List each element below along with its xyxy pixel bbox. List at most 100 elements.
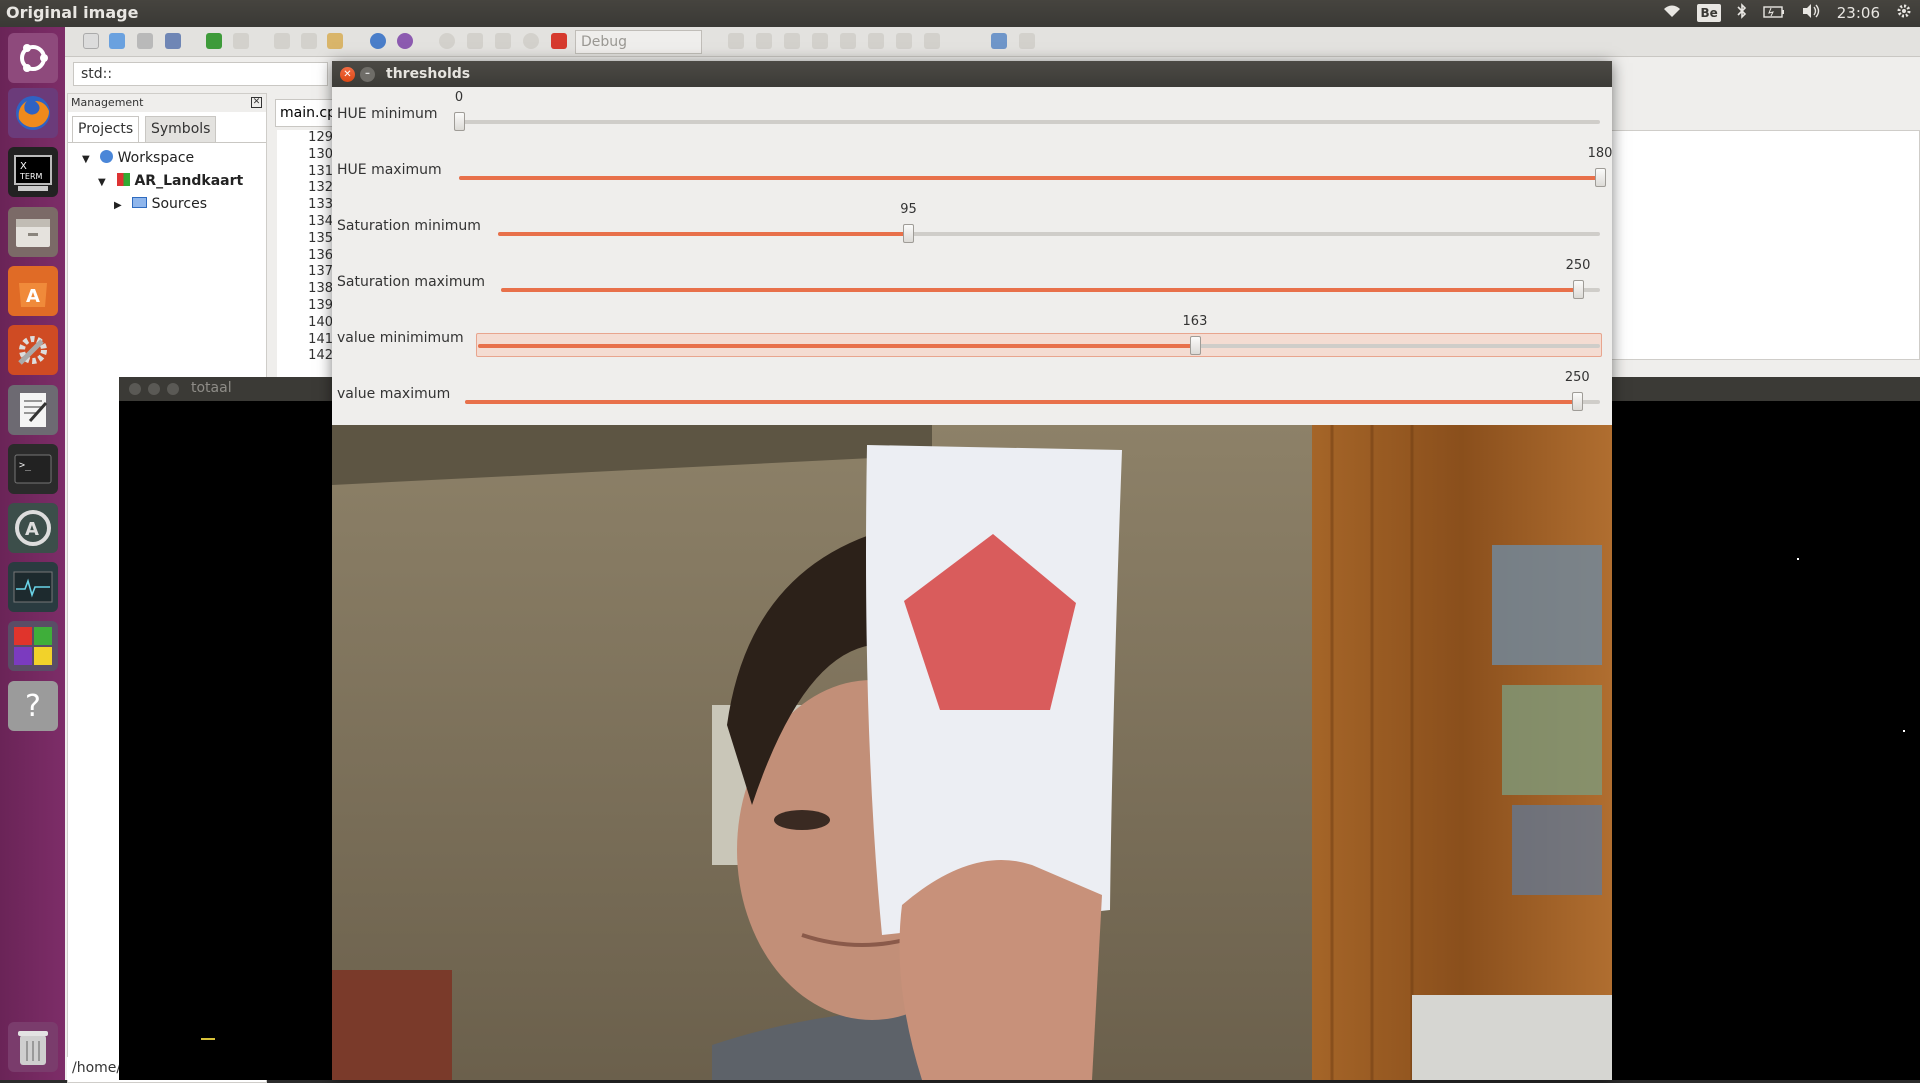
line-number-gutter: 129 130 131 132 133 134 135 136 137 138 … [277, 130, 337, 400]
debug-windows-icon[interactable] [991, 33, 1007, 49]
folder-icon [132, 197, 148, 208]
management-header: Management ✕ [68, 94, 266, 112]
build-icon[interactable] [439, 33, 455, 49]
settings-tools-icon[interactable] [8, 325, 58, 375]
help-icon[interactable]: ? [8, 681, 58, 731]
software-updater-icon[interactable]: A [8, 503, 58, 553]
abort-icon[interactable] [551, 33, 567, 49]
step-out-icon[interactable] [840, 33, 856, 49]
undo-icon[interactable] [206, 33, 222, 49]
bluetooth-icon[interactable] [1737, 3, 1747, 23]
minimize-icon[interactable] [148, 383, 160, 395]
next-instruction-icon[interactable] [868, 33, 884, 49]
tab-projects[interactable]: Projects [72, 116, 140, 142]
tree-label: AR_Landkaart [134, 173, 244, 189]
slider-track[interactable]: 250 [465, 370, 1600, 411]
slider-hue-max: HUE maximum 180 [332, 143, 1612, 199]
slider-fill [465, 400, 1578, 404]
tree-item-sources[interactable]: ▶ Sources [114, 196, 207, 212]
build-target-select[interactable]: Debug [575, 30, 702, 54]
gear-icon[interactable] [1896, 3, 1912, 23]
run-to-cursor-icon[interactable] [756, 33, 772, 49]
save-all-icon[interactable] [165, 33, 181, 49]
debug-start-icon[interactable] [728, 33, 744, 49]
keyboard-layout-indicator[interactable]: Be [1697, 4, 1721, 22]
stop-debugger-icon[interactable] [924, 33, 940, 49]
slider-handle[interactable] [1573, 280, 1585, 299]
battery-icon[interactable] [1763, 4, 1785, 22]
thresholds-titlebar[interactable]: ✕ – thresholds [332, 61, 1612, 87]
next-line-icon[interactable] [784, 33, 800, 49]
editor-tab[interactable]: main.cpp [275, 99, 335, 127]
slider-track[interactable]: 250 [501, 258, 1600, 299]
chevron-right-icon[interactable]: ▶ [114, 200, 122, 211]
slider-label: Saturation minimum [337, 218, 481, 234]
text-editor-icon[interactable] [8, 385, 58, 435]
software-center-icon[interactable]: A [8, 266, 58, 316]
code-completion-bar: std:: [65, 59, 335, 89]
slider-track[interactable]: 180 [459, 146, 1612, 187]
terminal-icon[interactable]: >_ [8, 444, 58, 494]
redo-icon[interactable] [233, 33, 249, 49]
replace-icon[interactable] [397, 33, 413, 49]
step-into-icon[interactable] [812, 33, 828, 49]
close-icon[interactable] [129, 383, 141, 395]
chevron-down-icon[interactable]: ▼ [82, 154, 90, 165]
codeblocks-icon[interactable] [8, 621, 58, 671]
tree-label: Workspace [117, 150, 195, 166]
slider-track[interactable]: 0 [454, 90, 1600, 131]
run-icon[interactable] [467, 33, 483, 49]
mask-pixel [201, 1038, 215, 1040]
window-title: totaal [191, 380, 232, 396]
volume-icon[interactable] [1801, 3, 1821, 23]
slider-fill [501, 288, 1579, 292]
slider-label: HUE maximum [337, 162, 442, 178]
rebuild-icon[interactable] [523, 33, 539, 49]
tree-item-workspace[interactable]: ▼ Workspace [82, 150, 194, 166]
camera-image [332, 425, 1612, 1080]
slider-track[interactable]: 95 [498, 202, 1600, 243]
tab-symbols[interactable]: Symbols [145, 116, 217, 142]
line-number: 133 [308, 197, 333, 213]
wifi-icon[interactable] [1663, 4, 1681, 22]
line-number: 141 [308, 331, 333, 347]
firefox-icon[interactable] [8, 88, 58, 138]
close-icon[interactable]: ✕ [340, 67, 355, 82]
maximize-icon[interactable] [167, 383, 179, 395]
find-icon[interactable] [370, 33, 386, 49]
slider-handle[interactable] [1189, 336, 1201, 355]
ubuntu-logo-icon[interactable] [8, 33, 58, 83]
slider-fill [498, 232, 909, 236]
minimize-icon[interactable]: – [360, 67, 375, 82]
system-monitor-icon[interactable] [8, 562, 58, 612]
scope-input[interactable]: std:: [73, 62, 328, 86]
save-icon[interactable] [137, 33, 153, 49]
open-file-icon[interactable] [109, 33, 125, 49]
line-number: 135 [308, 230, 333, 246]
file-manager-icon[interactable] [8, 207, 58, 257]
svg-text:>_: >_ [19, 460, 32, 471]
slider-handle[interactable] [1595, 168, 1606, 187]
slider-handle[interactable] [454, 112, 465, 131]
clock[interactable]: 23:06 [1837, 4, 1880, 22]
copy-icon[interactable] [301, 33, 317, 49]
tree-item-project[interactable]: ▼ AR_Landkaart [98, 173, 243, 189]
close-icon[interactable]: ✕ [251, 97, 262, 108]
slider-value: 0 [454, 90, 464, 105]
trash-icon[interactable] [8, 1022, 58, 1072]
slider-saturation-max: Saturation maximum 250 [332, 255, 1612, 311]
thresholds-window: ✕ – thresholds HUE minimum 0 HUE maximum… [332, 61, 1612, 1080]
paste-icon[interactable] [327, 33, 343, 49]
xterm-icon[interactable]: X TERM [8, 147, 58, 197]
break-debugger-icon[interactable] [896, 33, 912, 49]
svg-text:X: X [20, 161, 27, 172]
cut-icon[interactable] [274, 33, 290, 49]
slider-handle[interactable] [903, 224, 915, 243]
slider-value: 180 [1587, 146, 1613, 161]
slider-track[interactable]: 163 [478, 314, 1600, 355]
new-file-icon[interactable] [83, 33, 99, 49]
various-info-icon[interactable] [1019, 33, 1035, 49]
build-run-icon[interactable] [495, 33, 511, 49]
chevron-down-icon[interactable]: ▼ [98, 177, 106, 188]
slider-handle[interactable] [1572, 392, 1584, 411]
